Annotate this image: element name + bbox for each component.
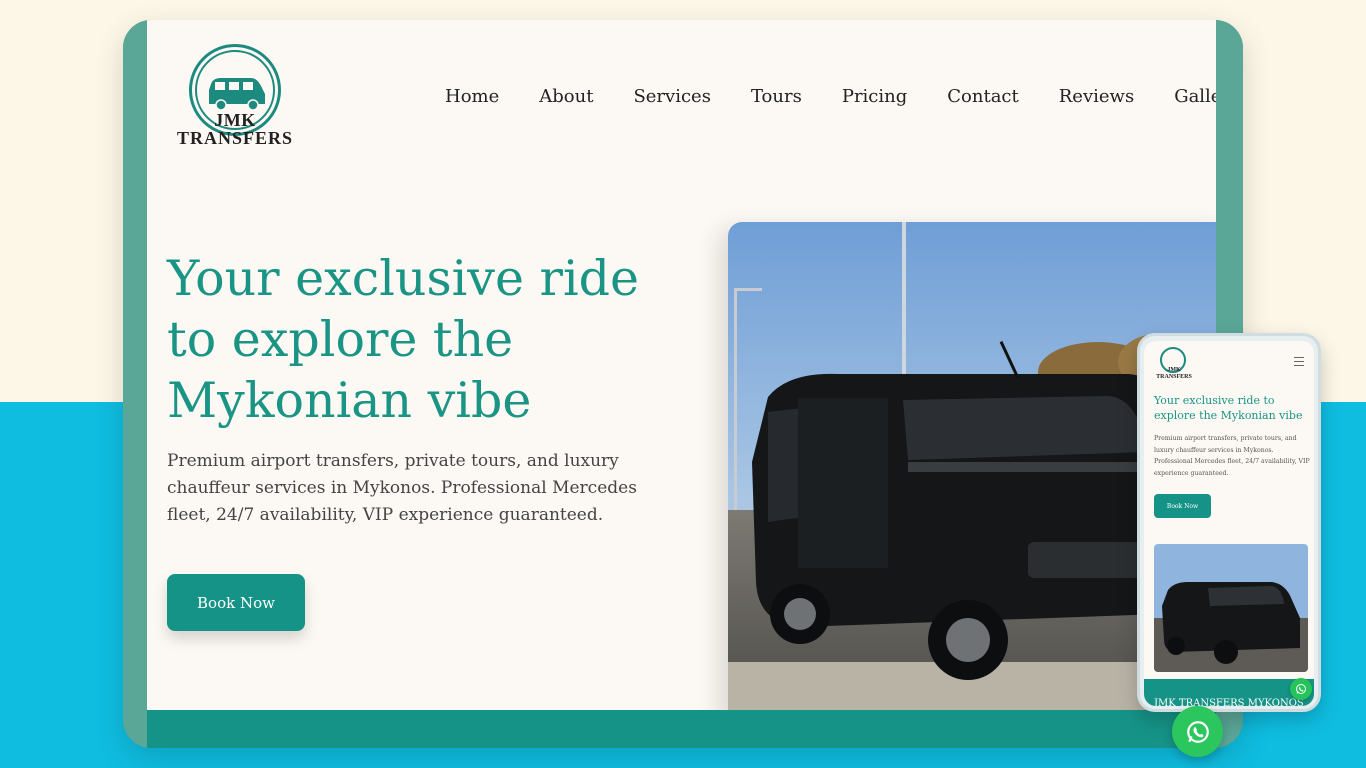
book-now-button[interactable]: Book Now — [167, 574, 305, 631]
laptop-bezel-left — [123, 20, 147, 748]
mobile-van-illustration — [1154, 544, 1308, 672]
hero-title-line-3: Mykonian vibe — [167, 372, 532, 429]
whatsapp-icon[interactable] — [1172, 706, 1223, 757]
whatsapp-glyph-small — [1296, 684, 1306, 694]
phone-screen: JMK TRANSFERS Your exclusive ride to exp… — [1144, 341, 1314, 706]
mobile-hero-subtitle: Premium airport transfers, private tours… — [1154, 435, 1310, 477]
hero-title-line-1: Your exclusive ride — [167, 250, 639, 307]
logo-text-transfers: TRANSFERS — [177, 128, 294, 148]
mobile-hero-title: Your exclusive ride to explore the Mykon… — [1154, 394, 1303, 422]
mobile-book-now-button[interactable]: Book Now — [1154, 494, 1211, 518]
mobile-footer-brand: JMK TRANSFERS MYKONOS — [1154, 698, 1304, 706]
whatsapp-glyph — [1186, 720, 1209, 743]
mobile-logo-transfers: TRANSFERS — [1156, 374, 1192, 380]
phone-mockup: JMK TRANSFERS Your exclusive ride to exp… — [1137, 333, 1321, 712]
nav-reviews[interactable]: Reviews — [1059, 86, 1134, 107]
mobile-brand-logo[interactable]: JMK TRANSFERS — [1154, 347, 1194, 385]
hero-subtitle: Premium airport transfers, private tours… — [167, 451, 637, 525]
nav-services[interactable]: Services — [633, 86, 710, 107]
mobile-hero-van-photo — [1154, 544, 1308, 672]
brand-logo[interactable]: JMK TRANSFERS — [177, 44, 293, 156]
mobile-logo-jmk: JMK — [1167, 367, 1181, 373]
nav-tours[interactable]: Tours — [751, 86, 802, 107]
nav-home[interactable]: Home — [445, 86, 499, 107]
hero-title: Your exclusive ride to explore the Mykon… — [167, 248, 687, 431]
hamburger-menu-icon[interactable] — [1294, 357, 1304, 369]
website-screen: JMK TRANSFERS Home About Services Tours … — [147, 20, 1216, 710]
van-icon — [209, 78, 265, 111]
nav-gallery[interactable]: Gallery — [1174, 86, 1216, 107]
nav-pricing[interactable]: Pricing — [842, 86, 907, 107]
website-footer-strip — [147, 710, 1216, 748]
laptop-mockup: JMK TRANSFERS Home About Services Tours … — [123, 20, 1243, 748]
nav-contact[interactable]: Contact — [947, 86, 1018, 107]
hero-title-line-2: to explore the — [167, 311, 514, 368]
nav-about[interactable]: About — [539, 86, 593, 107]
main-nav: Home About Services Tours Pricing Contac… — [445, 86, 1216, 107]
mobile-whatsapp-icon[interactable] — [1290, 678, 1312, 700]
